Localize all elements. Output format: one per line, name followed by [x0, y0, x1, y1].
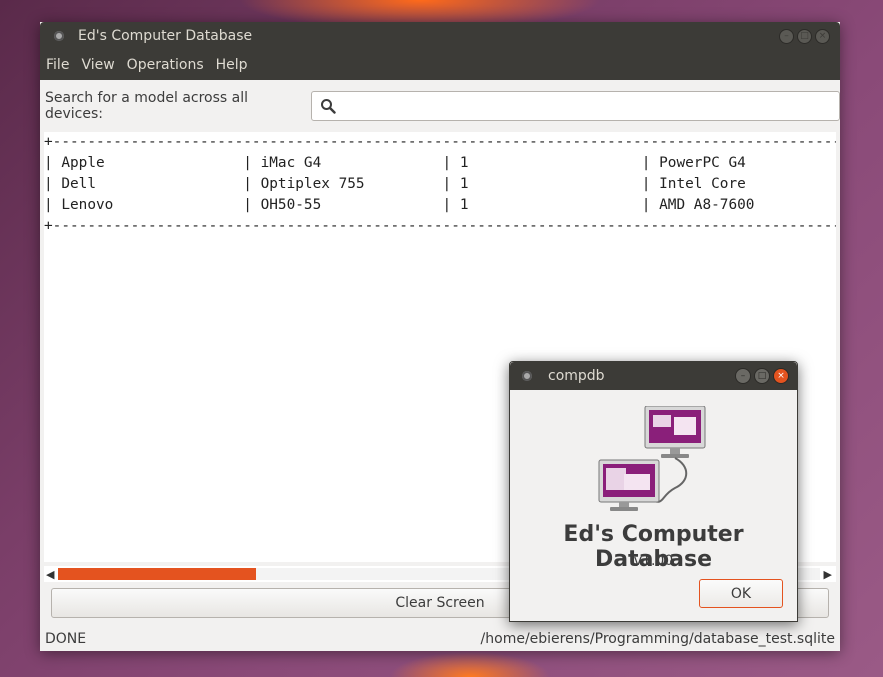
- scroll-left-icon[interactable]: ◀: [46, 568, 54, 581]
- search-field[interactable]: [311, 91, 842, 121]
- status-state: DONE: [45, 630, 87, 647]
- status-bar: DONE /home/ebierens/Programming/database…: [40, 626, 840, 651]
- window-title: Ed's Computer Database: [78, 28, 253, 44]
- results-line-2: | Dell | Optiplex 755 | 1 | Intel Core: [44, 176, 746, 192]
- network-computers-icon: [598, 406, 706, 511]
- scroll-thumb[interactable]: [58, 568, 257, 580]
- scroll-right-icon[interactable]: ▶: [824, 568, 832, 581]
- dialog-minimize-icon[interactable]: –: [735, 368, 751, 384]
- maximize-icon[interactable]: □: [797, 28, 812, 44]
- dialog-controls: – □ ×: [735, 368, 789, 384]
- search-row: Search for a model across all devices:: [40, 80, 842, 132]
- dialog-version: v1.00: [633, 553, 674, 569]
- search-input[interactable]: [342, 96, 842, 118]
- menu-file[interactable]: File: [46, 57, 69, 73]
- close-icon[interactable]: ×: [815, 28, 830, 44]
- ok-button[interactable]: OK: [699, 579, 783, 608]
- results-line-4: +---------------------------------------…: [44, 218, 836, 234]
- dialog-title: compdb: [548, 368, 605, 384]
- menu-view[interactable]: View: [81, 57, 114, 73]
- results-line-0: +---------------------------------------…: [44, 134, 836, 150]
- minimize-icon[interactable]: –: [779, 28, 794, 44]
- search-icon: [321, 99, 337, 114]
- app-menu-dot-icon[interactable]: [54, 31, 64, 41]
- window-titlebar[interactable]: Ed's Computer Database – □ ×: [40, 22, 840, 50]
- results-line-1: | Apple | iMac G4 | 1 | PowerPC G4: [44, 155, 746, 171]
- dialog-menu-dot-icon[interactable]: [522, 371, 532, 381]
- menu-operations[interactable]: Operations: [127, 57, 204, 73]
- results-line-3: | Lenovo | OH50-55 | 1 | AMD A8-7600: [44, 197, 755, 213]
- search-label: Search for a model across all devices:: [45, 90, 249, 122]
- dialog-maximize-icon[interactable]: □: [754, 368, 770, 384]
- status-db-path: /home/ebierens/Programming/database_test…: [480, 630, 835, 647]
- menu-bar: File View Operations Help: [40, 50, 840, 80]
- about-dialog: compdb – □ × Ed's Computer Database v1.0…: [509, 361, 798, 622]
- dialog-titlebar[interactable]: compdb – □ ×: [510, 362, 797, 390]
- menu-help[interactable]: Help: [216, 57, 248, 73]
- window-controls: – □ ×: [779, 28, 830, 44]
- dialog-close-icon[interactable]: ×: [773, 368, 789, 384]
